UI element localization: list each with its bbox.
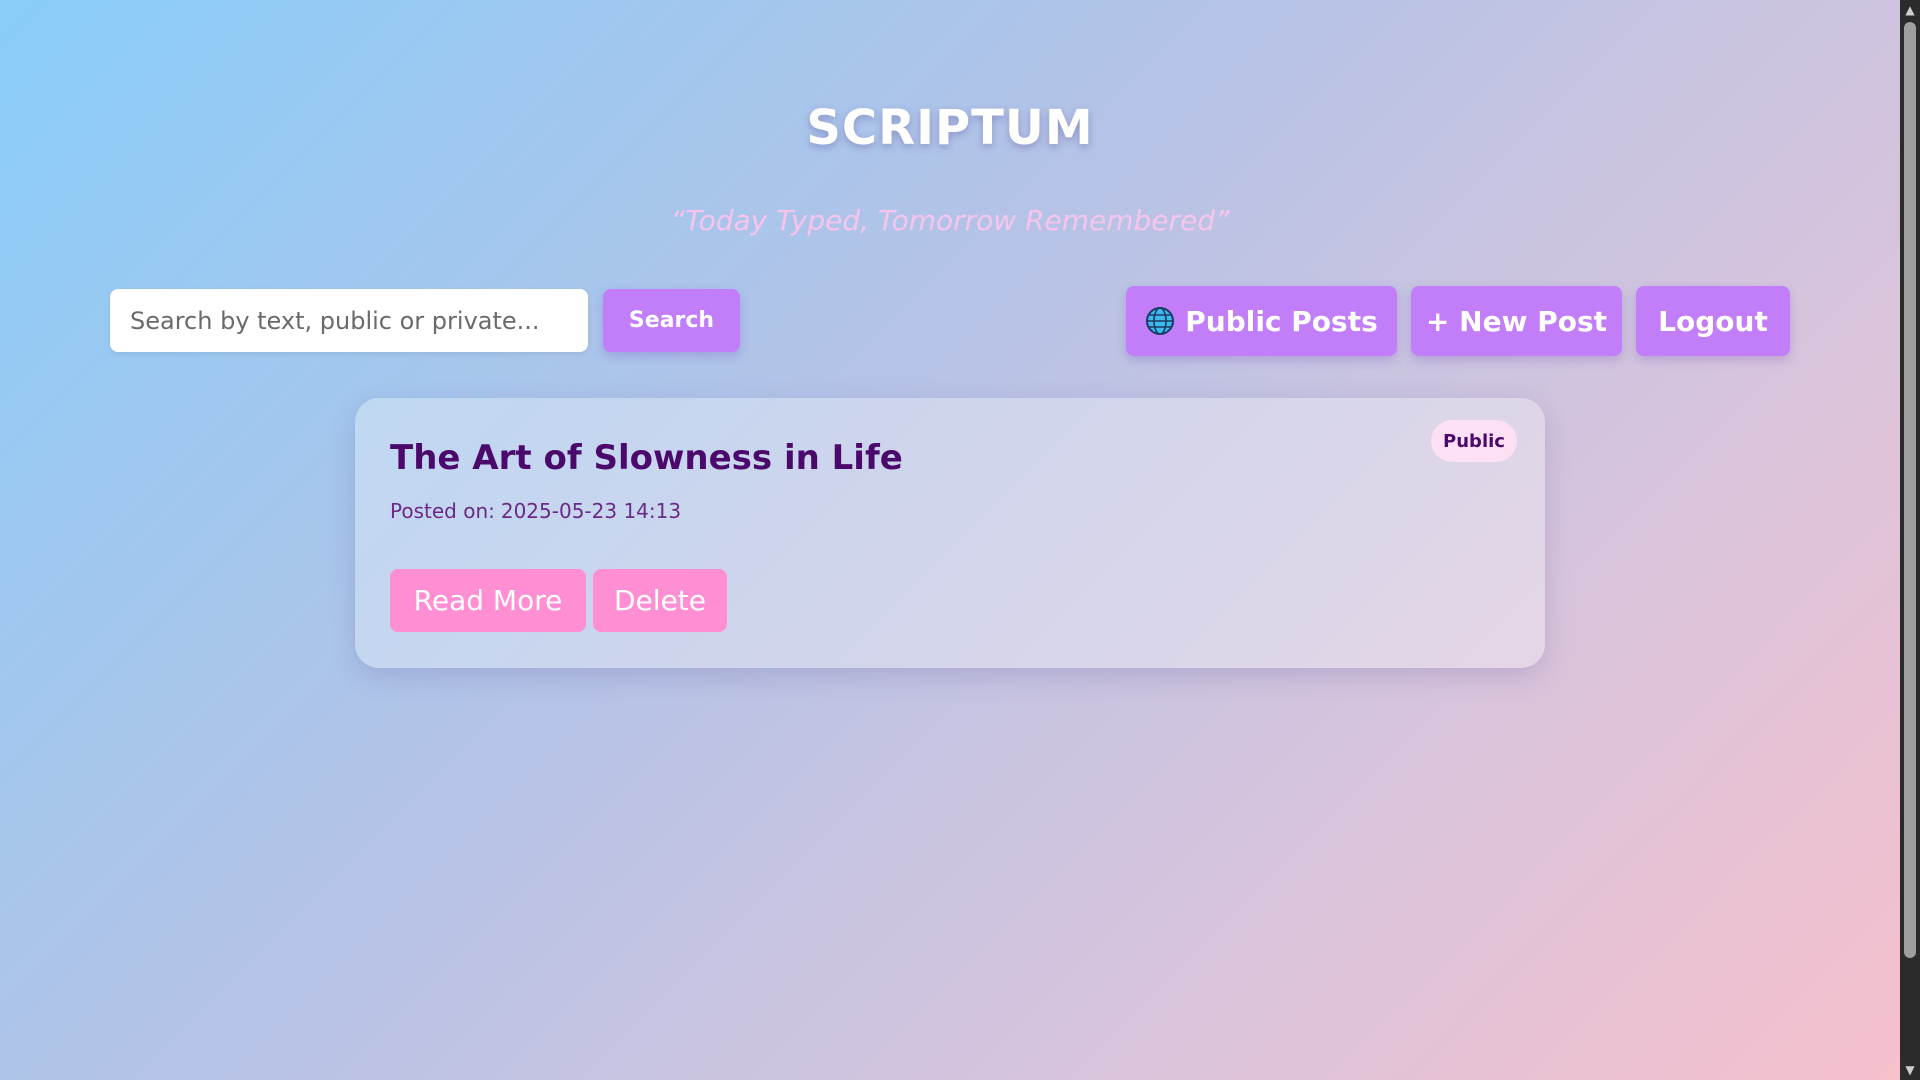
post-title: The Art of Slowness in Life bbox=[390, 438, 903, 478]
scrollbar[interactable]: ▲ ▼ bbox=[1900, 0, 1920, 1080]
public-posts-label: Public Posts bbox=[1185, 304, 1378, 338]
search-input[interactable] bbox=[110, 289, 588, 352]
tagline: “Today Typed, Tomorrow Remembered” bbox=[670, 204, 1230, 237]
public-posts-button[interactable]: Public Posts bbox=[1126, 286, 1397, 356]
scroll-down-arrow-icon[interactable]: ▼ bbox=[1900, 1060, 1920, 1080]
site-title: SCRIPTUM bbox=[806, 100, 1094, 156]
post-card: The Art of Slowness in Life Posted on: 20… bbox=[355, 398, 1545, 668]
delete-button[interactable]: Delete bbox=[593, 569, 727, 632]
scroll-up-arrow-icon[interactable]: ▲ bbox=[1900, 0, 1920, 20]
new-post-button[interactable]: + New Post bbox=[1411, 286, 1622, 356]
read-more-button[interactable]: Read More bbox=[390, 569, 586, 632]
logout-button[interactable]: Logout bbox=[1636, 286, 1790, 356]
post-date-prefix: Posted on: bbox=[390, 499, 495, 523]
scroll-thumb[interactable] bbox=[1904, 22, 1916, 958]
page: SCRIPTUM “Today Typed, Tomorrow Remember… bbox=[0, 0, 1900, 1080]
visibility-badge: Public bbox=[1431, 420, 1517, 462]
globe-icon bbox=[1145, 306, 1175, 336]
post-date: Posted on: 2025-05-23 14:13 bbox=[390, 499, 681, 523]
search-button[interactable]: Search bbox=[603, 289, 740, 352]
post-date-value: 2025-05-23 14:13 bbox=[500, 499, 682, 523]
